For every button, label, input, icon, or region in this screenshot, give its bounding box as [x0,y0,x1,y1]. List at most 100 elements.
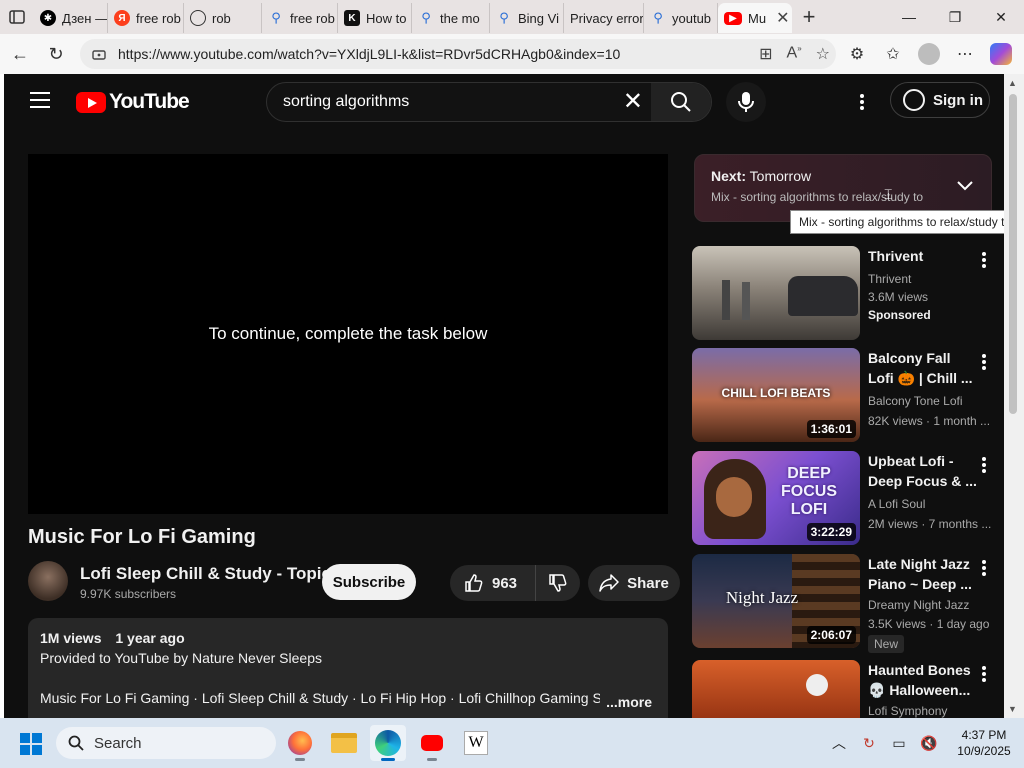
upload-age: 1 year ago [115,630,185,646]
browser-tab[interactable]: Privacy error [564,3,644,33]
search-button[interactable] [651,83,711,121]
description-tags: Music For Lo Fi Gaming · Lofi Sleep Chil… [40,690,600,706]
windows-start-icon[interactable] [20,733,42,755]
browser-tab[interactable]: rob [184,3,262,33]
description-provided-by: Provided to YouTube by Nature Never Slee… [40,650,322,666]
recommendation-title[interactable]: Balcony Fall Lofi 🎃 | Chill ... [868,348,980,388]
recommendation-title[interactable]: Thrivent [868,246,980,266]
thumbs-down-icon [549,574,567,592]
like-count: 963 [492,574,518,592]
browser-toolbar: ← ↻ https://www.youtube.com/watch?v=YXld… [0,34,1024,74]
browser-tab-label: free rob [136,10,181,26]
back-arrow-icon[interactable]: ← [2,36,38,72]
address-bar[interactable]: https://www.youtube.com/watch?v=YXldjL9L… [80,39,836,69]
browser-tab[interactable]: Я free rob [108,3,184,33]
description-meta: 1M views 1 year ago [40,630,656,646]
recommendation-item[interactable]: Thrivent Thrivent 3.6M views Sponsored [692,246,1002,342]
video-thumbnail[interactable] [692,246,860,340]
favorites-icon[interactable]: ✩ [882,43,904,65]
refresh-icon[interactable]: ↻ [38,36,74,72]
browser-tab-label: How to [366,10,407,26]
browser-tab[interactable]: ⚲ youtub [644,3,718,33]
app-available-icon[interactable]: ⊞ [759,44,772,64]
scroll-up-arrow-icon[interactable]: ▲ [1008,78,1017,88]
wikipedia-icon[interactable]: W [458,725,494,761]
scroll-down-arrow-icon[interactable]: ▼ [1008,704,1017,714]
search-input[interactable]: sorting algorithms [283,93,409,111]
like-button[interactable]: 963 [450,565,536,601]
volume-icon[interactable]: 🔇 [914,728,944,758]
search-icon: ⚲ [499,10,509,25]
recommendation-title[interactable]: Upbeat Lofi - Deep Focus & ... [868,451,980,491]
sign-in-button[interactable]: Sign in [890,82,990,118]
tab-actions-icon[interactable] [0,0,34,34]
dislike-button[interactable] [536,573,580,593]
browser-tab[interactable]: ⚲ free rob [262,3,338,33]
more-options-icon[interactable]: ⋯ [954,43,976,65]
recommendation-item[interactable]: CHILL LOFI BEATS 1:36:01 Balcony Fall Lo… [692,348,1002,444]
network-activity-icon[interactable]: ↻ [854,728,884,758]
search-icon [68,735,84,751]
favorite-star-icon[interactable]: ☆ [816,44,830,64]
browser-toolbar-right: ⚙ ✩ ⋯ [846,34,1024,74]
clear-search-icon[interactable]: ✕ [623,90,643,114]
recommendation-title[interactable]: Haunted Bones 💀 Halloween... [868,660,980,700]
browser-tab[interactable]: ⚲ Bing Vi [490,3,564,33]
youtube-logo[interactable]: YouTube [76,90,190,114]
more-actions-icon[interactable] [974,558,994,578]
more-actions-icon[interactable] [974,664,994,684]
description-box[interactable]: 1M views 1 year ago Provided to YouTube … [28,618,668,718]
copilot-icon[interactable] [990,43,1012,65]
clock-date: 10/9/2025 [957,744,1011,758]
system-clock[interactable]: 4:37 PM 10/9/2025 [944,727,1024,759]
search-box[interactable]: sorting algorithms ✕ [266,82,712,122]
video-thumbnail[interactable]: CHILL LOFI BEATS 1:36:01 [692,348,860,442]
show-more-link[interactable]: ...more [602,694,652,710]
settings-more-icon[interactable] [852,92,872,112]
channel-avatar[interactable] [28,561,68,601]
more-actions-icon[interactable] [974,352,994,372]
video-thumbnail[interactable]: DEEP FOCUS LOFI 3:22:29 [692,451,860,545]
menu-icon[interactable] [30,92,50,108]
more-actions-icon[interactable] [974,250,994,270]
chevron-up-icon[interactable]: ︿ [824,728,854,758]
file-explorer-icon[interactable] [326,725,362,761]
video-player[interactable]: To continue, complete the task below [28,154,668,514]
profile-avatar-icon[interactable] [918,43,940,65]
taskbar-search[interactable]: Search [56,727,276,759]
close-window-icon[interactable]: ✕ [978,0,1024,34]
voice-search-button[interactable] [726,82,766,122]
scrollbar-thumb[interactable] [1009,94,1017,414]
minimize-icon[interactable]: — [886,0,932,34]
firefox-icon[interactable] [282,725,318,761]
share-button[interactable]: Share [588,565,680,601]
browser-tab-label: Mu [748,10,767,26]
display-icon[interactable]: ▭ [884,728,914,758]
edge-browser-icon[interactable] [370,725,406,761]
recommendation-item[interactable]: Night Jazz 2:06:07 Late Night Jazz Piano… [692,554,1002,653]
video-thumbnail[interactable]: Night Jazz 2:06:07 [692,554,860,648]
browser-tab-active[interactable]: ▶ Mu ✕ [718,3,792,33]
browser-tab[interactable]: ⚲ the mo [412,3,490,33]
url-text[interactable]: https://www.youtube.com/watch?v=YXldjL9L… [118,46,620,62]
close-tab-icon[interactable]: ✕ [776,8,789,28]
channel-name[interactable]: Lofi Sleep Chill & Study - Topic [80,564,331,584]
extensions-icon[interactable]: ⚙ [846,43,868,65]
new-tab-button[interactable]: + [792,2,826,32]
more-actions-icon[interactable] [974,455,994,475]
browser-tab[interactable]: K How to [338,3,412,33]
address-bar-actions: ⊞ A» ☆ [759,44,830,64]
search-icon [671,92,691,112]
recommendation-title[interactable]: Late Night Jazz Piano ~ Deep ... [868,554,980,594]
restore-icon[interactable]: ❐ [932,0,978,34]
youtube-app-icon[interactable] [414,725,450,761]
site-info-icon[interactable] [92,47,106,61]
browser-tab[interactable]: ✱ Дзен — [34,3,108,33]
recommendation-item[interactable]: DEEP FOCUS LOFI 3:22:29 Upbeat Lofi - De… [692,451,1002,547]
thumbnail-caption: Night Jazz [725,588,799,607]
browser-tab-label: rob [212,10,231,26]
read-aloud-icon[interactable]: A» [787,44,802,64]
subscribe-button[interactable]: Subscribe [322,564,416,600]
page-scrollbar[interactable]: ▲ ▼ [1004,74,1024,718]
chevron-down-icon[interactable] [957,181,973,191]
